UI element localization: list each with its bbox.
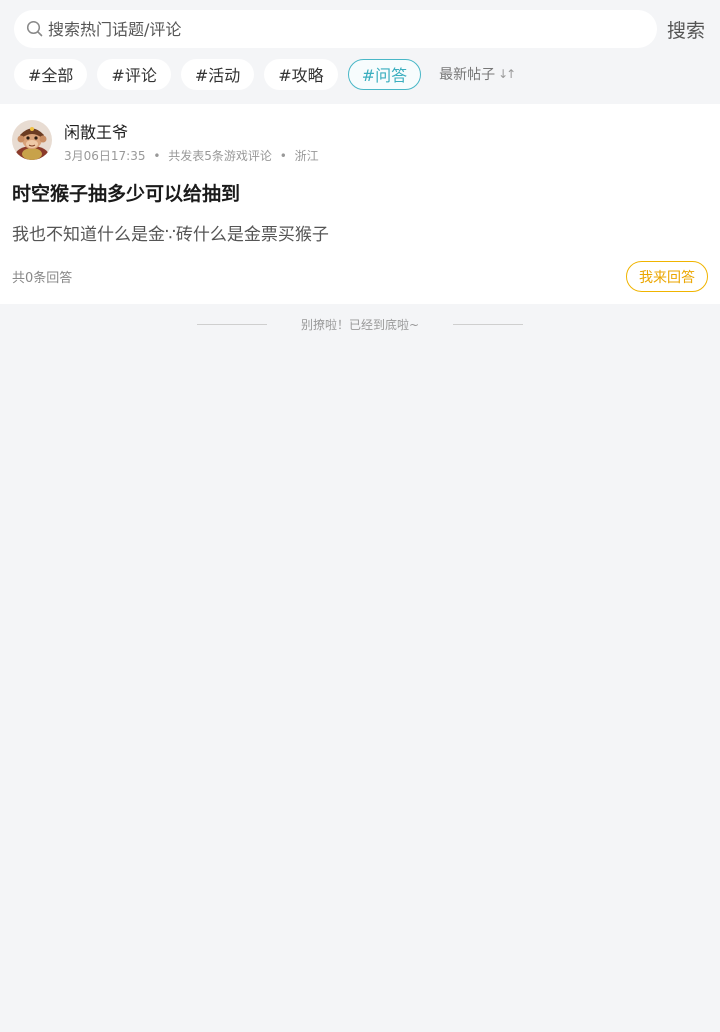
- post-title[interactable]: 时空猴子抽多少可以给抽到: [12, 179, 240, 206]
- meta-separator: •: [153, 149, 161, 163]
- search-icon: [26, 20, 44, 38]
- divider-left: [196, 323, 267, 325]
- avatar[interactable]: [12, 120, 52, 160]
- tag-qa[interactable]: #问答: [347, 58, 422, 90]
- author-location: 浙江: [294, 149, 319, 163]
- post-body[interactable]: 我也不知道什么是金∵砖什么是金票买猴子: [12, 220, 329, 245]
- post-meta: 3月06日17:35 • 共发表5条游戏评论 • 浙江: [64, 147, 319, 164]
- tag-guide[interactable]: #攻略: [264, 58, 338, 90]
- end-of-list: 别撩啦！已经到底啦~: [0, 314, 720, 334]
- search-bar: 搜索: [14, 10, 708, 48]
- answer-button[interactable]: 我来回答: [626, 261, 708, 292]
- divider-right: [453, 323, 524, 325]
- author-name[interactable]: 闲散王爷: [64, 119, 128, 143]
- post-card[interactable]: 闲散王爷 3月06日17:35 • 共发表5条游戏评论 • 浙江 时空猴子抽多少…: [0, 104, 720, 304]
- end-of-list-text: 别撩啦！已经到底啦~: [300, 317, 420, 332]
- tag-filter-bar: #全部 #评论 #活动 #攻略 #问答 最新帖子 ↓↑: [14, 58, 516, 90]
- meta-separator: •: [279, 149, 287, 163]
- sort-latest-button[interactable]: 最新帖子 ↓↑: [439, 64, 516, 84]
- search-button[interactable]: 搜索: [667, 16, 705, 43]
- page: 搜索 #全部 #评论 #活动 #攻略 #问答 最新帖子 ↓↑: [0, 0, 720, 1032]
- sort-label: 最新帖子: [439, 67, 496, 83]
- sort-arrows-icon: ↓↑: [498, 67, 516, 81]
- author-stats: 共发表5条游戏评论: [168, 149, 272, 163]
- post-date: 3月06日17:35: [64, 149, 146, 163]
- search-input[interactable]: [48, 19, 608, 39]
- tag-review[interactable]: #评论: [97, 58, 171, 90]
- tag-event[interactable]: #活动: [180, 58, 255, 90]
- reply-count: 共0条回答: [12, 271, 73, 286]
- search-box[interactable]: [14, 10, 657, 48]
- tag-all[interactable]: #全部: [14, 58, 88, 90]
